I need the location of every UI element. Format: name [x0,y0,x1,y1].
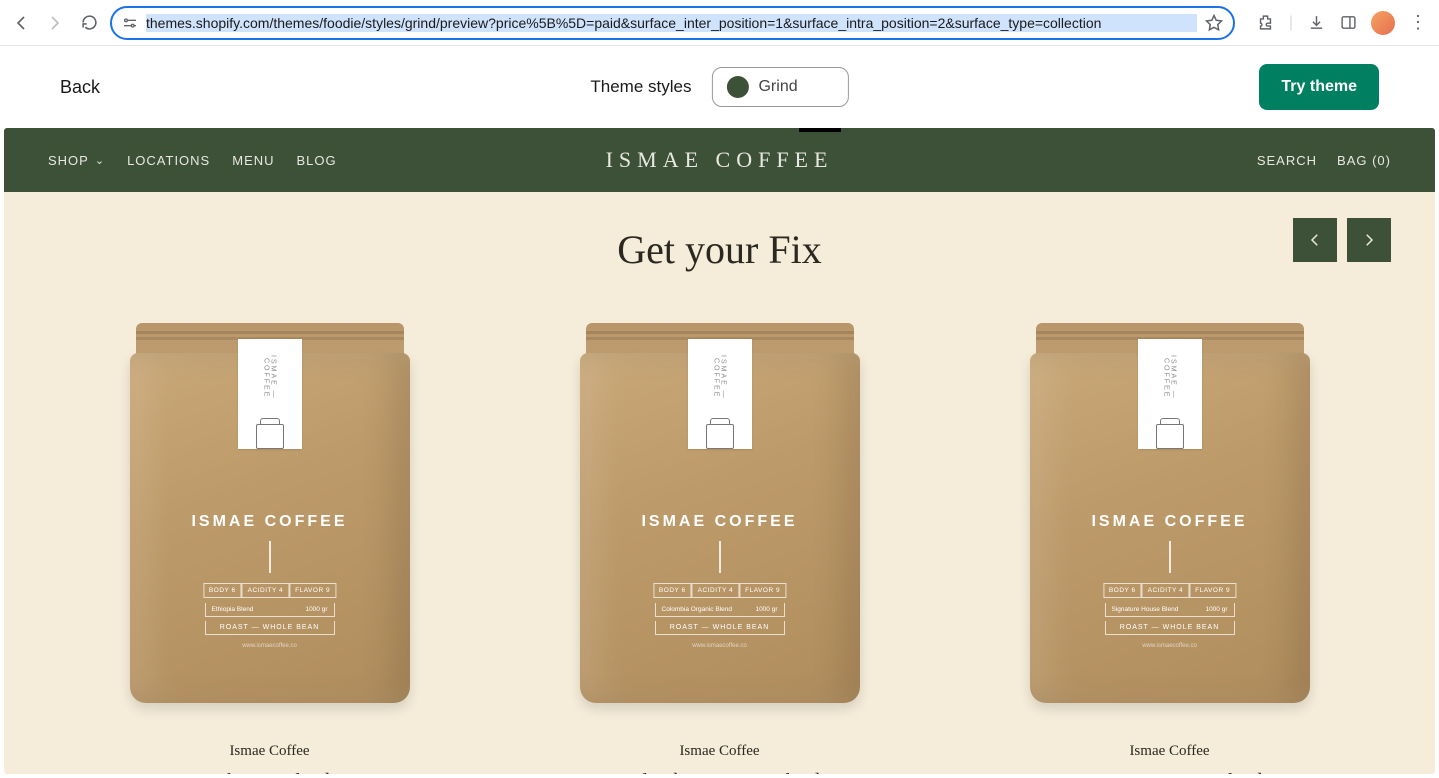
bag-stats: BODY 6 ACIDITY 4 FLAVOR 9 [653,583,786,598]
browser-toolbar: themes.shopify.com/themes/foodie/styles/… [0,0,1439,46]
product-card[interactable]: ISMAE — COFFEE ISMAE COFFEE BODY 6 ACIDI… [95,323,445,774]
bag-blend-row: Colombia Organic Blend1000 gr [655,603,785,617]
product-image: ISMAE — COFFEE ISMAE COFFEE BODY 6 ACIDI… [580,323,860,703]
address-bar[interactable]: themes.shopify.com/themes/foodie/styles/… [110,6,1235,40]
bag-roast-row: ROAST — WHOLE BEAN [655,621,785,635]
nav-right: SEARCH BAG (0) [1257,153,1391,168]
bag-blend-row: Signature House Blend1000 gr [1105,603,1235,617]
bag-roast-row: ROAST — WHOLE BEAN [205,621,335,635]
browser-right-icons: | ⋮ [1247,11,1427,35]
product-image: ISMAE — COFFEE ISMAE COFFEE BODY 6 ACIDI… [1030,323,1310,703]
bag-label-icon: ISMAE — COFFEE [688,339,752,449]
carousel-prev-button[interactable] [1293,218,1337,262]
product-brand: Ismae Coffee [95,743,445,760]
product-name: Signature House Blend [995,770,1345,774]
carousel-next-button[interactable] [1347,218,1391,262]
bag-label-icon: ISMAE — COFFEE [238,339,302,449]
extensions-icon[interactable] [1257,14,1275,32]
site-preview: SHOP ⌄ LOCATIONS MENU BLOG ISMAE COFFEE S… [4,128,1435,774]
bag-label-text: ISMAE — COFFEE [713,339,727,416]
product-name: Ethiopia Blend [95,770,445,774]
style-swatch-icon [726,76,748,98]
style-name: Grind [758,78,797,96]
product-card[interactable]: ISMAE — COFFEE ISMAE COFFEE BODY 6 ACIDI… [995,323,1345,774]
french-press-icon [1156,424,1184,449]
bag-url-print: www.ismaecoffee.co [580,643,860,649]
back-icon[interactable] [12,14,30,32]
product-name: Colombia Organic Blend [545,770,895,774]
chrome-menu-icon[interactable]: ⋮ [1409,12,1427,33]
product-image: ISMAE — COFFEE ISMAE COFFEE BODY 6 ACIDI… [130,323,410,703]
bag-url-print: www.ismaecoffee.co [1030,643,1310,649]
theme-header: Back Theme styles Grind Try theme [0,46,1439,128]
product-brand: Ismae Coffee [545,743,895,760]
profile-avatar[interactable] [1371,11,1395,35]
style-selector[interactable]: Grind [711,67,848,107]
bookmark-star-icon[interactable] [1205,14,1223,32]
nav-locations[interactable]: LOCATIONS [127,153,210,168]
browser-nav-buttons [12,14,98,32]
bag-url-print: www.ismaecoffee.co [130,643,410,649]
bag-blend-row: Ethiopia Blend1000 gr [205,603,335,617]
site-nav: SHOP ⌄ LOCATIONS MENU BLOG ISMAE COFFEE S… [4,128,1435,192]
try-theme-button[interactable]: Try theme [1259,64,1379,110]
chevron-down-icon: ⌄ [95,154,105,167]
product-brand: Ismae Coffee [995,743,1345,760]
back-link[interactable]: Back [60,77,100,98]
bag-label-text: ISMAE — COFFEE [1163,339,1177,416]
bag-stats: BODY 6 ACIDITY 4 FLAVOR 9 [1103,583,1236,598]
bag-brand-print: ISMAE COFFEE [580,513,860,531]
nav-bag[interactable]: BAG (0) [1337,153,1391,168]
site-logo[interactable]: ISMAE COFFEE [606,147,834,173]
nav-blog[interactable]: BLOG [297,153,337,168]
bag-brand-print: ISMAE COFFEE [130,513,410,531]
theme-style-selector-group: Theme styles Grind [590,67,848,107]
download-icon[interactable] [1307,14,1325,32]
bag-roast-row: ROAST — WHOLE BEAN [1105,621,1235,635]
french-press-icon [706,424,734,449]
product-grid: ISMAE — COFFEE ISMAE COFFEE BODY 6 ACIDI… [4,323,1435,774]
sidepanel-icon[interactable] [1339,14,1357,32]
reload-icon[interactable] [80,14,98,32]
section-title: Get your Fix [4,226,1435,273]
product-card[interactable]: ISMAE — COFFEE ISMAE COFFEE BODY 6 ACIDI… [545,323,895,774]
nav-left: SHOP ⌄ LOCATIONS MENU BLOG [48,153,337,168]
bag-brand-print: ISMAE COFFEE [1030,513,1310,531]
forward-icon [46,14,64,32]
french-press-icon [256,424,284,449]
site-settings-icon[interactable] [122,15,138,31]
theme-styles-label: Theme styles [590,77,691,97]
url-text[interactable]: themes.shopify.com/themes/foodie/styles/… [146,14,1197,32]
nav-search[interactable]: SEARCH [1257,153,1317,168]
toolbar-divider: | [1289,14,1293,32]
bag-label-text: ISMAE — COFFEE [263,339,277,416]
bag-label-icon: ISMAE — COFFEE [1138,339,1202,449]
nav-menu[interactable]: MENU [232,153,274,168]
nav-shop-label: SHOP [48,153,89,168]
bag-stats: BODY 6 ACIDITY 4 FLAVOR 9 [203,583,336,598]
nav-shop[interactable]: SHOP ⌄ [48,153,105,168]
nav-indicator [799,128,841,132]
carousel-arrows [1293,218,1391,262]
